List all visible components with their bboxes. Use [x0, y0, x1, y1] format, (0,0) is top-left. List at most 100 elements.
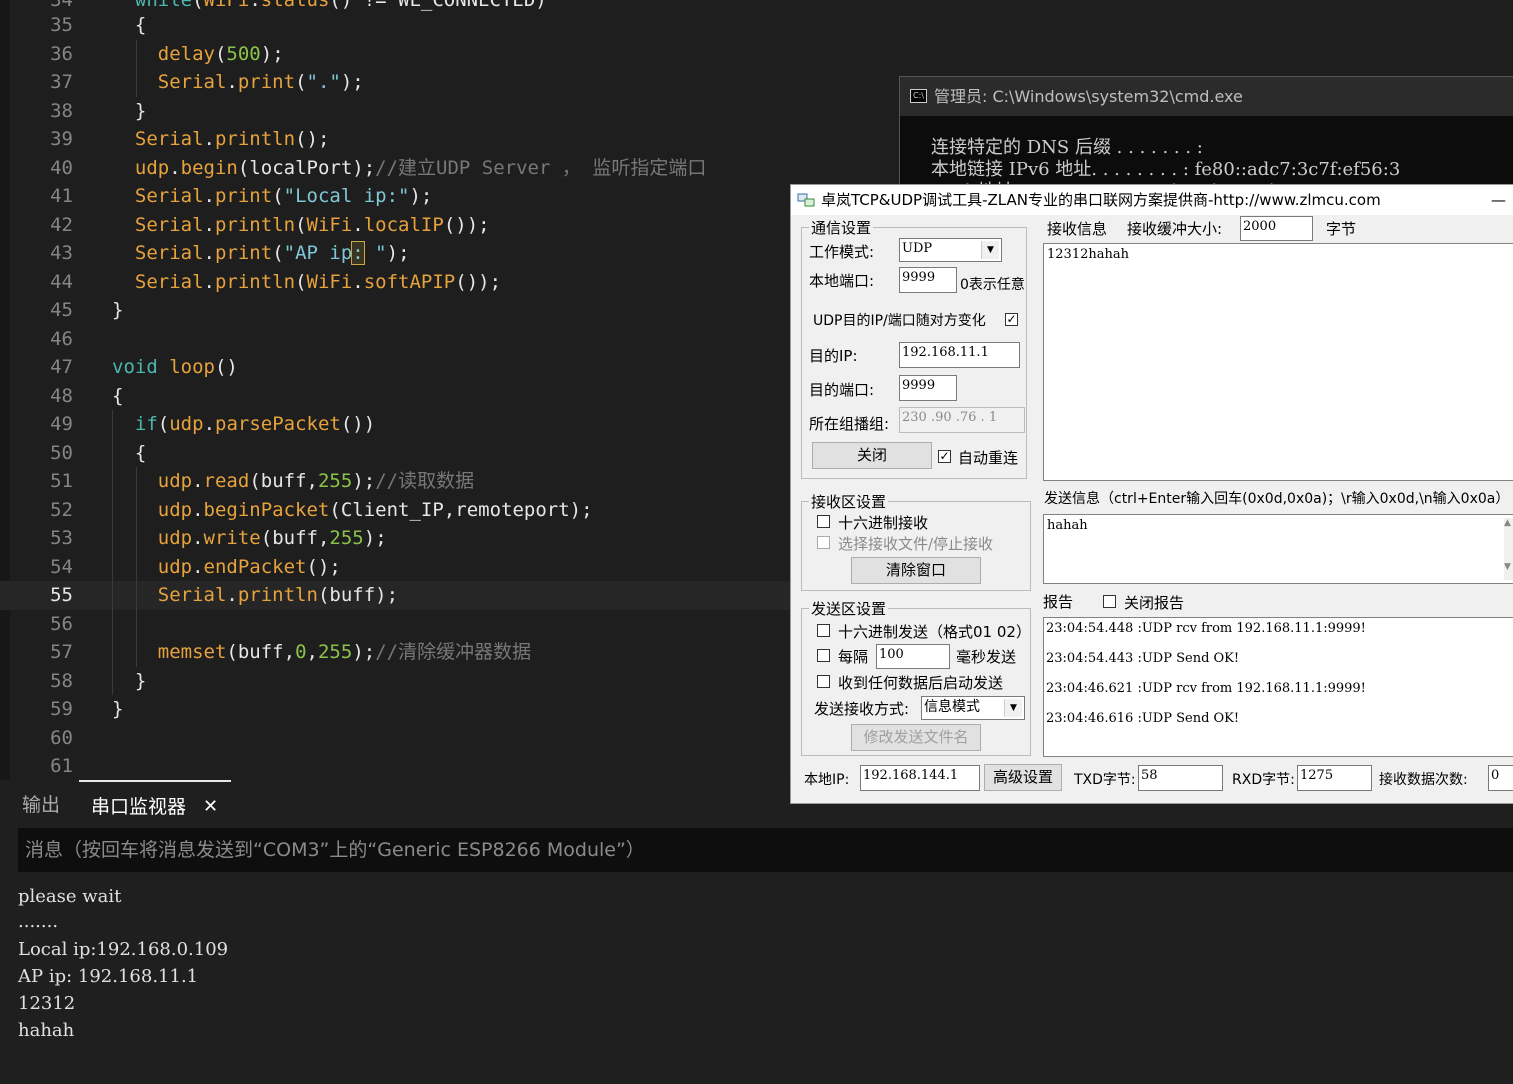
- code-text: Serial.println();: [134, 128, 330, 150]
- close-report-checkbox[interactable]: [1103, 595, 1116, 608]
- close-connection-button[interactable]: 关闭: [812, 442, 932, 469]
- interval-label: 每隔: [838, 648, 869, 666]
- output-line: .......: [18, 911, 59, 932]
- output-line: Local ip:192.168.0.109: [18, 939, 229, 960]
- txd-label: TXD字节:: [1074, 772, 1136, 788]
- recv-settings-title: 接收区设置: [809, 491, 889, 512]
- local-port-label: 本地端口:: [809, 272, 875, 290]
- rename-send-file-button: 修改发送文件名: [851, 724, 981, 751]
- report-line: 23:04:46.621 :UDP rcv from 192.168.11.1:…: [1046, 681, 1366, 696]
- line-number: 37: [50, 71, 73, 93]
- minimize-button[interactable]: —: [1491, 185, 1506, 215]
- send-info-label: 发送信息（ctrl+Enter输入回车(0x0d,0x0a)；\r输入0x0d,…: [1044, 491, 1510, 507]
- line-number: 59: [50, 698, 73, 720]
- tab-output[interactable]: 输出: [22, 780, 60, 828]
- code-text: {: [112, 441, 147, 464]
- message-placeholder: 消息（按回车将消息发送到“COM3”上的“Generic ESP8266 Mod…: [25, 839, 645, 861]
- line-number: 39: [50, 128, 73, 150]
- code-text: Serial.println(WiFi.softAPIP());: [134, 270, 502, 293]
- clear-window-button[interactable]: 清除窗口: [851, 557, 981, 584]
- auto-reconnect-label: 自动重连: [958, 449, 1019, 467]
- message-input[interactable]: 消息（按回车将消息发送到“COM3”上的“Generic ESP8266 Mod…: [18, 828, 1513, 872]
- local-ip-label: 本地IP:: [804, 772, 850, 788]
- multicast-label: 所在组播组:: [809, 415, 890, 433]
- recv-buffer-input[interactable]: 2000: [1240, 216, 1313, 241]
- rxd-field: 1275: [1297, 765, 1372, 791]
- code-text: udp.begin(localPort);//建立UDP Server ， 监听…: [134, 156, 707, 179]
- line-number: 50: [50, 441, 73, 464]
- send-mode-label: 发送接收方式:: [814, 700, 910, 718]
- file-recv-checkbox: [817, 536, 830, 549]
- close-icon[interactable]: ✕: [203, 782, 218, 832]
- dest-port-input[interactable]: 9999: [899, 375, 957, 401]
- code-line[interactable]: 36 delay(500);: [0, 40, 1513, 69]
- code-text: if(udp.parsePacket()): [134, 413, 376, 435]
- line-number: 35: [50, 14, 73, 36]
- advanced-settings-button[interactable]: 高级设置: [984, 764, 1062, 791]
- bottom-panel: 输出 串口监视器 ✕ 消息（按回车将消息发送到“COM3”上的“Generic …: [0, 780, 1513, 1084]
- code-text: udp.endPacket();: [157, 555, 341, 578]
- output-line: please wait: [18, 886, 122, 907]
- line-number: 56: [50, 612, 73, 635]
- line-number: 55: [50, 584, 73, 606]
- hex-recv-checkbox[interactable]: [817, 515, 830, 528]
- cmd-window[interactable]: C:\ 管理员: C:\Windows\system32\cmd.exe 连接特…: [899, 76, 1513, 196]
- report-line: 23:04:54.443 :UDP Send OK!: [1046, 651, 1240, 666]
- line-number: 43: [50, 242, 73, 264]
- code-text: {: [112, 14, 147, 36]
- any-port-hint: 0表示任意: [960, 277, 1025, 293]
- line-number: 38: [50, 99, 73, 122]
- line-number: 54: [50, 555, 73, 578]
- interval-input[interactable]: 100: [876, 644, 950, 669]
- rxd-label: RXD字节:: [1232, 772, 1295, 788]
- udp-follow-label: UDP目的IP/端口随对方变化: [813, 313, 986, 329]
- cmd-title-bar[interactable]: C:\ 管理员: C:\Windows\system32\cmd.exe: [900, 77, 1513, 116]
- dest-ip-input[interactable]: 192.168.11.1: [899, 342, 1020, 368]
- txd-field: 58: [1138, 765, 1223, 791]
- code-text: udp.write(buff,255);: [157, 527, 387, 549]
- line-number: 58: [50, 669, 73, 692]
- zlan-tool-window[interactable]: 卓岚TCP&UDP调试工具-ZLAN专业的串口联网方案提供商-http://ww…: [790, 184, 1513, 804]
- report-line: 23:04:54.448 :UDP rcv from 192.168.11.1:…: [1046, 621, 1366, 636]
- auto-reconnect-checkbox[interactable]: ✓: [938, 450, 951, 463]
- zlan-title-bar[interactable]: 卓岚TCP&UDP调试工具-ZLAN专业的串口联网方案提供商-http://ww…: [791, 185, 1513, 215]
- recv-content: 12312hahah: [1047, 247, 1129, 262]
- send-mode-select[interactable]: 信息模式 ▼: [921, 696, 1025, 720]
- hex-send-checkbox[interactable]: [817, 624, 830, 637]
- report-area[interactable]: 23:04:54.448 :UDP rcv from 192.168.11.1:…: [1043, 617, 1513, 757]
- udp-follow-checkbox[interactable]: ✓: [1005, 313, 1018, 326]
- comm-settings-title: 通信设置: [809, 217, 874, 238]
- indent-guide: [136, 467, 137, 667]
- line-number: 46: [50, 327, 73, 350]
- zlan-title: 卓岚TCP&UDP调试工具-ZLAN专业的串口联网方案提供商-http://ww…: [821, 191, 1381, 209]
- output-line: hahah: [18, 1020, 75, 1041]
- recv-count-label: 接收数据次数:: [1379, 772, 1468, 788]
- recv-text-area[interactable]: 12312hahah: [1043, 243, 1513, 481]
- auto-send-label: 收到任何数据后启动发送: [838, 674, 1004, 692]
- code-text: memset(buff,0,255);//清除缓冲器数据: [157, 641, 532, 663]
- code-line[interactable]: 35 {: [0, 11, 1513, 40]
- multicast-input: 230 .90 .76 . 1: [899, 407, 1025, 433]
- send-scrollbar[interactable]: ▲ ▼: [1504, 518, 1513, 580]
- code-text: void loop(): [112, 356, 238, 378]
- work-mode-select[interactable]: UDP ▼: [899, 238, 1002, 262]
- interval-checkbox[interactable]: [817, 649, 830, 662]
- hex-recv-label: 十六进制接收: [838, 514, 929, 532]
- dest-ip-label: 目的IP:: [809, 347, 858, 365]
- line-number: 47: [50, 356, 73, 378]
- serial-output: please wait ....... Local ip:192.168.0.1…: [0, 876, 1513, 1084]
- send-text-area[interactable]: hahah: [1043, 514, 1513, 584]
- chevron-down-icon: ▼: [1004, 699, 1022, 717]
- line-number: 44: [50, 270, 73, 293]
- line-number: 40: [50, 156, 73, 179]
- code-text: udp.read(buff,255);//读取数据: [157, 470, 475, 492]
- code-text: Serial.print("AP ip: ");: [134, 241, 410, 265]
- code-text: Serial.println(WiFi.localIP());: [134, 213, 490, 236]
- recv-buffer-unit: 字节: [1326, 220, 1357, 238]
- line-number: 42: [50, 213, 73, 236]
- local-port-input[interactable]: 9999: [899, 267, 957, 293]
- network-icon: [797, 193, 815, 207]
- tab-serial-monitor[interactable]: 串口监视器 ✕: [79, 780, 231, 828]
- chevron-down-icon: ▼: [981, 241, 999, 259]
- auto-send-checkbox[interactable]: [817, 675, 830, 688]
